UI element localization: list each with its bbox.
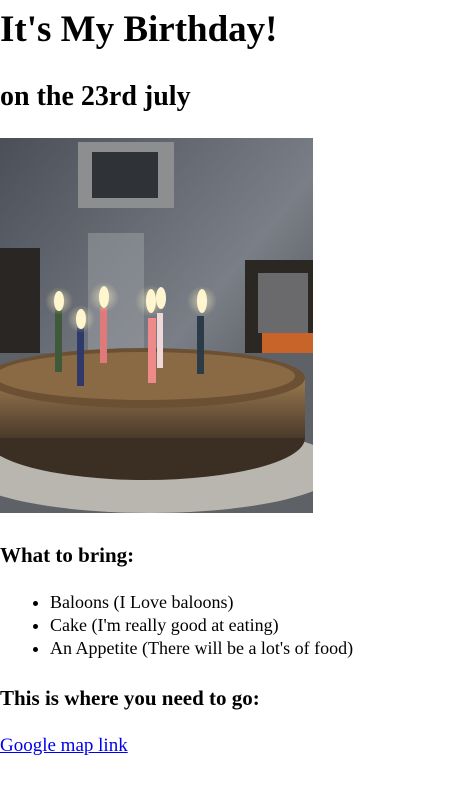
page-title: It's My Birthday! [0, 9, 278, 50]
list-item: An Appetite (There will be a lot's of fo… [50, 637, 353, 660]
directions-heading: This is where you need to go: [0, 686, 260, 710]
list-item: Baloons (I Love baloons) [50, 591, 353, 614]
what-to-bring-heading: What to bring: [0, 543, 135, 567]
page-subtitle: on the 23rd july [0, 81, 191, 112]
birthday-cake-image [0, 138, 313, 513]
google-map-link[interactable]: Google map link [0, 734, 128, 758]
list-item: Cake (I'm really good at eating) [50, 614, 353, 637]
bring-list: Baloons (I Love baloons) Cake (I'm reall… [0, 591, 353, 660]
